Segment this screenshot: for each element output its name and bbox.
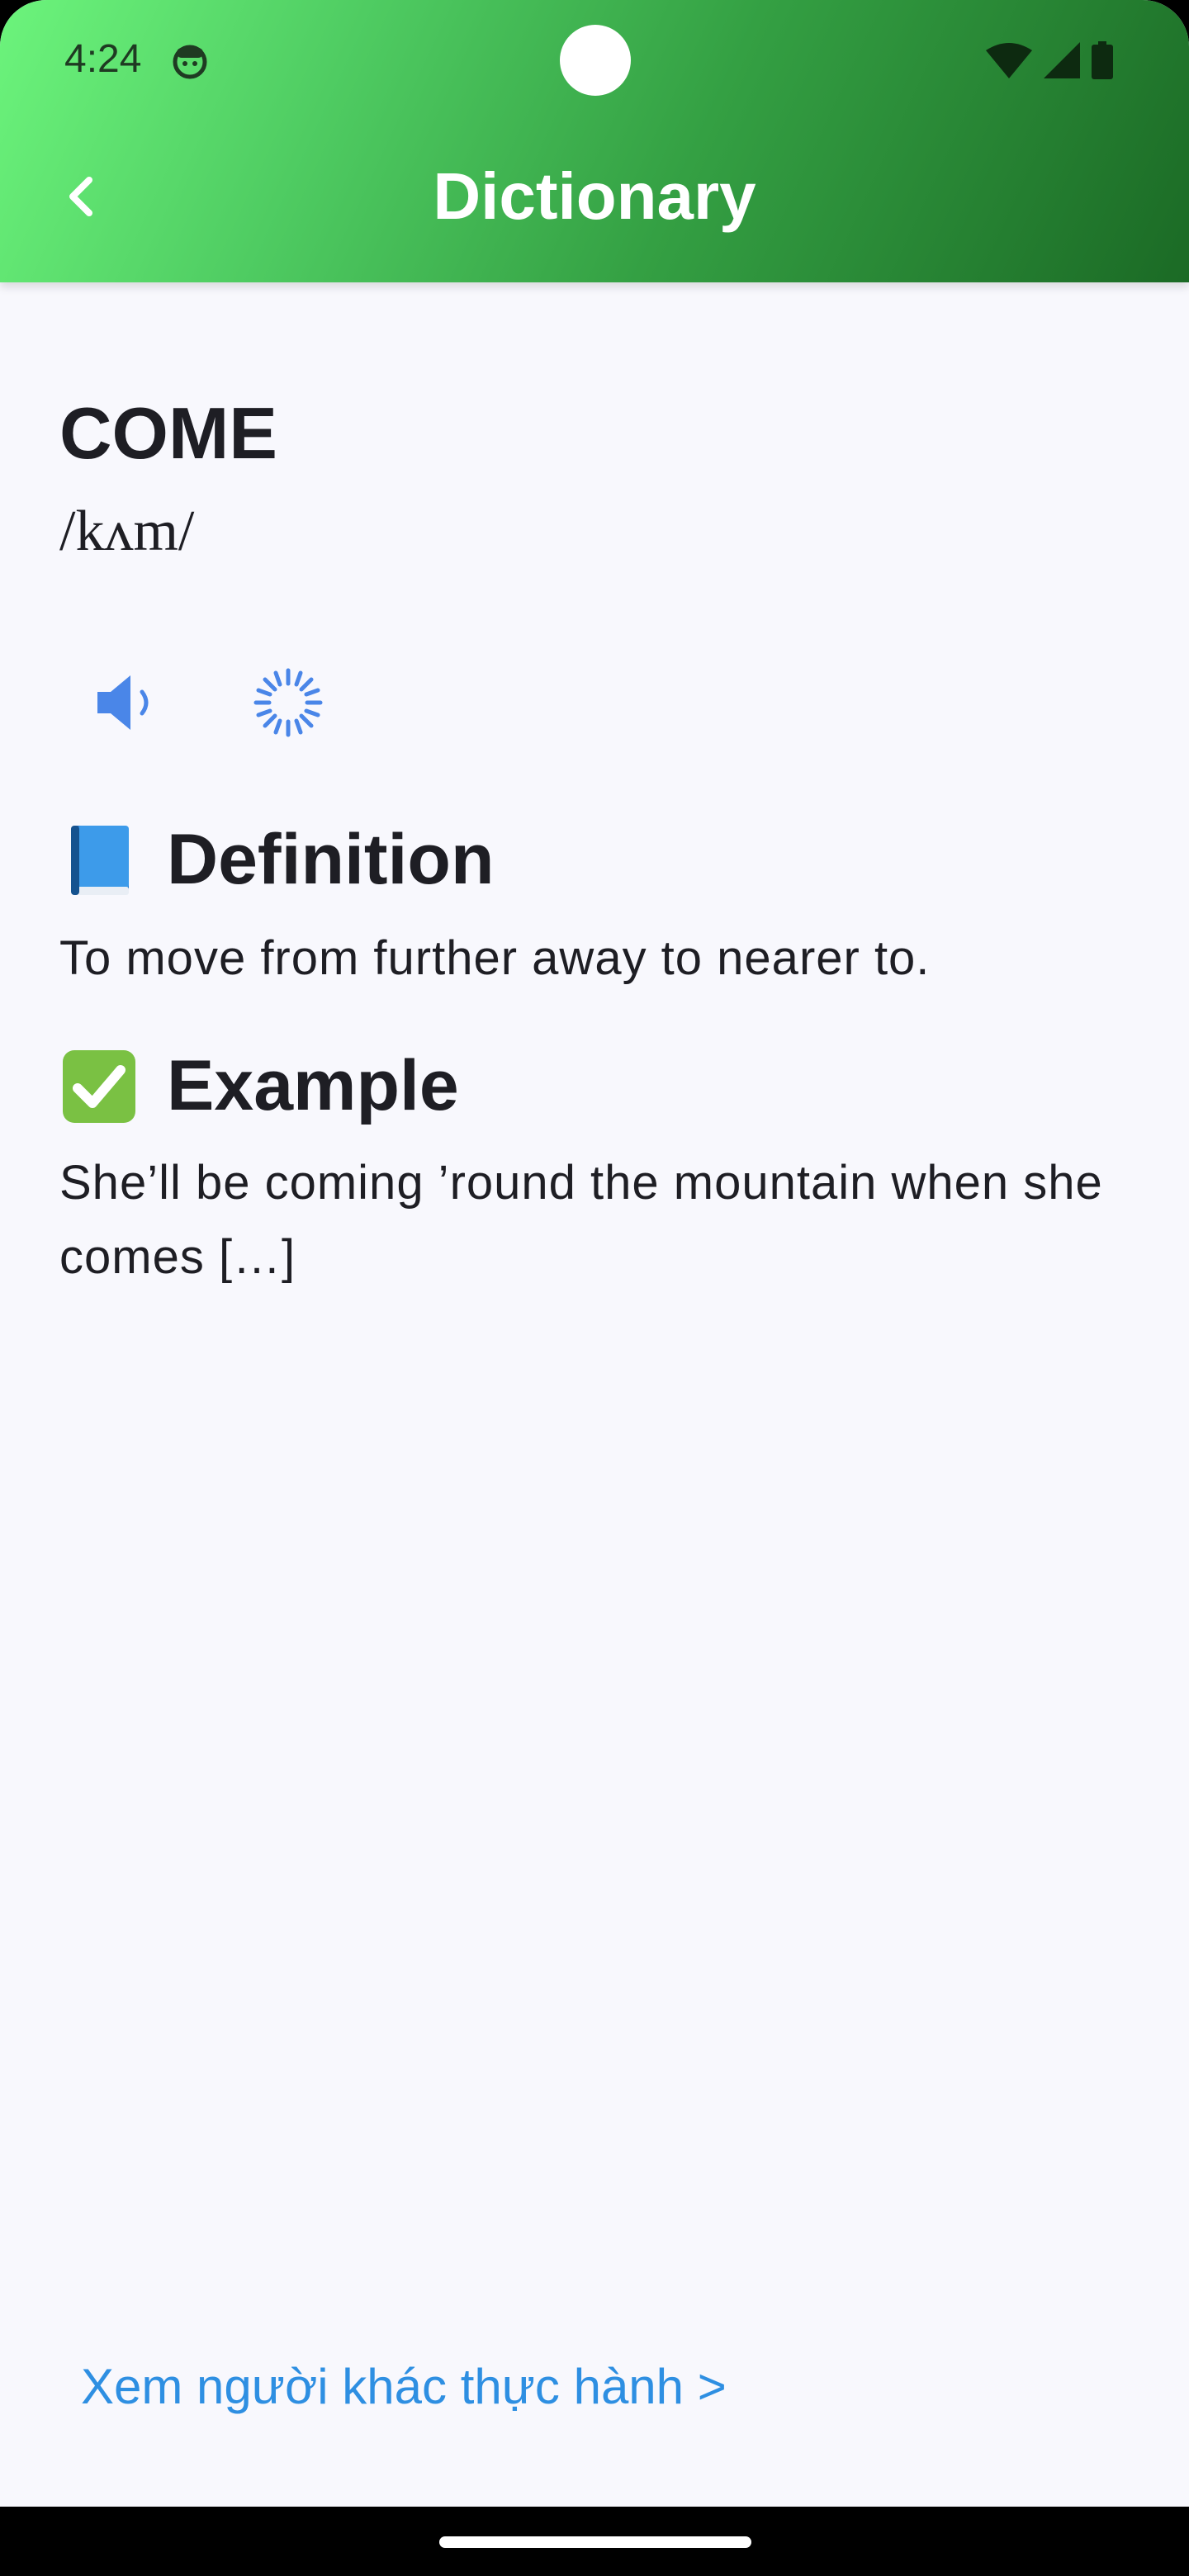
- spinner-icon: [253, 668, 323, 737]
- view-others-practice-link[interactable]: Xem người khác thực hành >: [81, 2358, 727, 2415]
- signal-icon: [1044, 42, 1080, 78]
- wifi-icon: [986, 43, 1032, 78]
- check-mark-icon: [63, 1049, 135, 1123]
- screen: 4:24 Dictionary COME /kʌm/ Definition To…: [0, 0, 1189, 2576]
- definition-text: To move from further away to nearer to.: [59, 931, 931, 985]
- definition-heading-label: Definition: [167, 820, 495, 899]
- home-indicator[interactable]: [439, 2536, 751, 2548]
- status-icons: [986, 41, 1113, 79]
- status-time: 4:24: [64, 37, 142, 81]
- definition-heading: Definition: [59, 819, 495, 901]
- face-icon: [173, 45, 207, 79]
- blue-book-icon: [71, 825, 129, 895]
- speaker-icon[interactable]: [91, 665, 165, 740]
- battery-icon: [1092, 41, 1113, 79]
- camera-cutout: [560, 25, 631, 96]
- word-title: COME: [59, 392, 277, 474]
- example-text: She’ll be coming ’round the mountain whe…: [59, 1156, 1103, 1284]
- page-title: Dictionary: [433, 159, 756, 233]
- phonetic-transcription: /kʌm/: [59, 500, 195, 563]
- example-heading: Example: [59, 1045, 459, 1127]
- app-header: 4:24 Dictionary: [0, 0, 1189, 282]
- example-heading-label: Example: [167, 1046, 459, 1125]
